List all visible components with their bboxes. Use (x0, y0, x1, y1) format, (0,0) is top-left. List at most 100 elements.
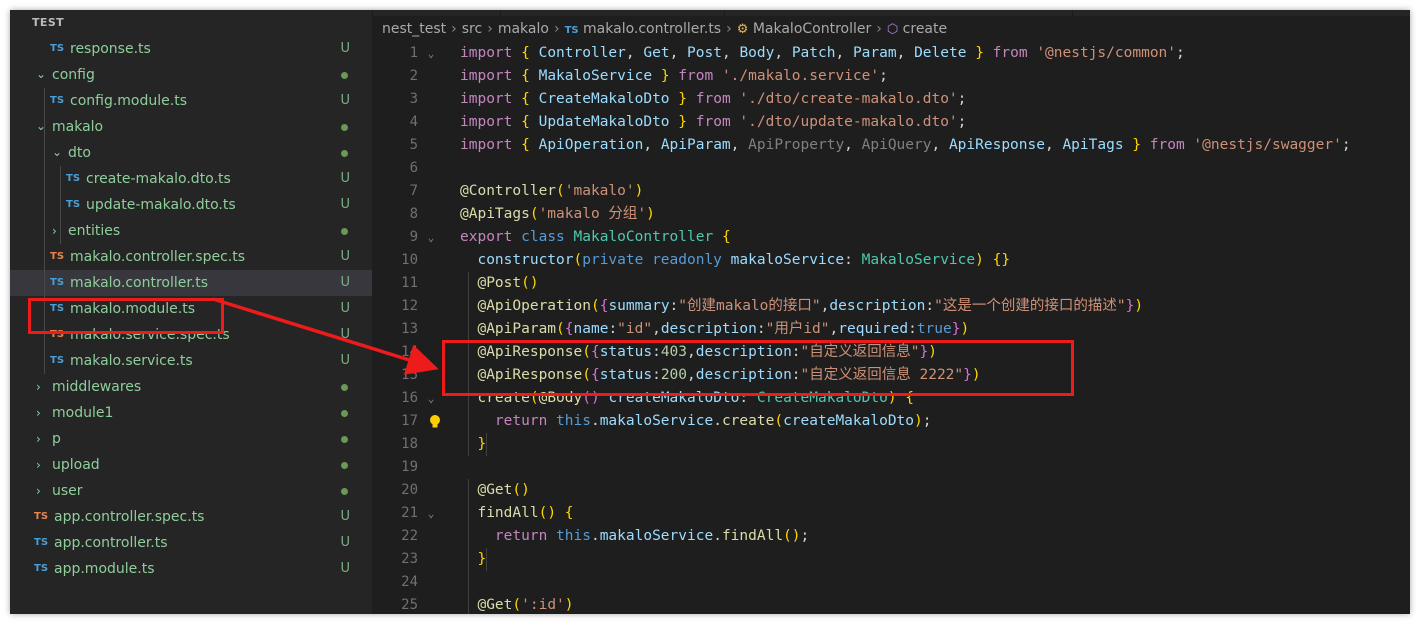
code-line-text: @ApiResponse({status:403,description:"自定… (477, 344, 937, 360)
line-number: 16 (401, 390, 418, 406)
line-number: 21 (401, 505, 418, 521)
tree-folder-row[interactable]: › entities (10, 218, 372, 244)
tree-file-row[interactable]: TS app.controller.ts U (10, 530, 372, 556)
git-status-badge: U (340, 561, 350, 576)
line-number: 24 (401, 574, 418, 590)
code-line[interactable]: 22 return this.makaloService.findAll(); (372, 525, 1410, 548)
lightbulb-quickfix-icon[interactable] (428, 414, 442, 429)
code-line[interactable]: 24 (372, 571, 1410, 594)
code-line[interactable]: 10 constructor(private readonly makaloSe… (372, 249, 1410, 272)
code-line[interactable]: 14 @ApiResponse({status:403,description:… (372, 341, 1410, 364)
tree-row-label: makalo.controller.spec.ts (70, 249, 245, 265)
code-line[interactable]: 15 @ApiResponse({status:200,description:… (372, 364, 1410, 387)
tree-folder-row[interactable]: ⌄ config (10, 62, 372, 88)
breadcrumb-segment[interactable]: src (462, 21, 482, 37)
explorer-sidebar: TEST TS filter.ts U TSresponse.tsU⌄confi… (10, 10, 372, 614)
tree-folder-row[interactable]: › upload (10, 452, 372, 478)
code-line[interactable]: 16 ⌄ create(@Body() createMakaloDto: Crea… (372, 387, 1410, 410)
code-line-text: import { UpdateMakaloDto } from './dto/u… (460, 114, 967, 130)
code-line[interactable]: 13 @ApiParam({name:"id",description:"用户i… (372, 318, 1410, 341)
code-line[interactable]: 3 import { CreateMakaloDto } from './dto/… (372, 88, 1410, 111)
code-line-text: import { CreateMakaloDto } from './dto/c… (460, 91, 967, 107)
tree-row-label: config (52, 67, 95, 83)
breadcrumb-segment[interactable]: makalo (498, 21, 549, 37)
code-line-text: @ApiTags('makalo 分组') (460, 206, 655, 222)
git-status-badge: U (340, 509, 350, 524)
breadcrumb[interactable]: nest_test › src › makalo › TS makalo.controlle… (372, 16, 1410, 42)
code-line[interactable]: 19 (372, 456, 1410, 479)
tree-folder-row[interactable]: › module1 (10, 400, 372, 426)
code-line[interactable]: 9 ⌄ export class MakaloController { (372, 226, 1410, 249)
tree-folder-row[interactable]: › user (10, 478, 372, 504)
breadcrumb-segment[interactable]: MakaloController (753, 21, 871, 37)
breadcrumb-segment[interactable]: create (903, 21, 947, 37)
tree-row-label: makalo (52, 119, 104, 135)
folder-modified-dot (341, 410, 348, 417)
code-line[interactable]: 12 @ApiOperation({summary:"创建makalo的接口",… (372, 295, 1410, 318)
code-line[interactable]: 7 @Controller('makalo') (372, 180, 1410, 203)
code-indent-guide (468, 272, 469, 456)
line-number: 14 (401, 344, 418, 360)
fold-chevron-icon[interactable]: ⌄ (424, 502, 438, 525)
code-line[interactable]: 21 ⌄ findAll() { (372, 502, 1410, 525)
fold-chevron-icon[interactable]: ⌄ (424, 387, 438, 410)
ts-file-icon: TS (50, 329, 65, 340)
tree-row-label: upload (52, 457, 100, 473)
tree-row-label: makalo.service.ts (70, 353, 193, 369)
code-line[interactable]: 5 import { ApiOperation, ApiParam, ApiPro… (372, 134, 1410, 157)
tree-folder-row[interactable]: ⌄ makalo (10, 114, 372, 140)
tree-file-row[interactable]: TS update-makalo.dto.ts U (10, 192, 372, 218)
ts-file-icon: TS (66, 199, 81, 210)
ts-file-icon: TS (66, 173, 81, 184)
code-line-text: return this.makaloService.create(createM… (494, 413, 932, 429)
ts-file-icon: TS (34, 563, 49, 574)
ts-file-icon: TS (50, 251, 65, 262)
ts-file-icon: TS (564, 25, 579, 36)
tree-file-row[interactable]: TS makalo.service.ts U (10, 348, 372, 374)
tree-folder-row[interactable]: › p (10, 426, 372, 452)
explorer-file-tree[interactable]: TS response.ts U ⌄ config TS config.module.ts U… (10, 36, 372, 614)
code-line[interactable]: 11 @Post() (372, 272, 1410, 295)
git-status-badge: U (340, 327, 350, 342)
fold-chevron-icon[interactable]: ⌄ (424, 226, 438, 249)
tree-file-row[interactable]: TS makalo.controller.ts U (10, 270, 372, 296)
tree-file-row[interactable]: TS app.module.ts U (10, 556, 372, 582)
tree-file-row[interactable]: TS response.ts U (10, 36, 372, 62)
code-line[interactable]: 8 @ApiTags('makalo 分组') (372, 203, 1410, 226)
tree-file-row[interactable]: TS makalo.service.spec.ts U (10, 322, 372, 348)
code-indent-guide (486, 433, 487, 456)
tree-row-label: update-makalo.dto.ts (86, 197, 236, 213)
code-line[interactable]: 1 ⌄ import { Controller, Get, Post, Body, … (372, 42, 1410, 65)
breadcrumb-segment[interactable]: makalo.controller.ts (583, 21, 721, 37)
code-line[interactable]: 6 (372, 157, 1410, 180)
tree-row-label: config.module.ts (70, 93, 187, 109)
line-number: 4 (409, 114, 418, 130)
folder-modified-dot (341, 462, 348, 469)
code-line[interactable]: 4 import { UpdateMakaloDto } from './dto/… (372, 111, 1410, 134)
line-number: 10 (401, 252, 418, 268)
vscode-window: TEST TS filter.ts U TSresponse.tsU⌄confi… (10, 10, 1410, 614)
line-number: 6 (409, 160, 418, 176)
tree-file-row[interactable]: TS create-makalo.dto.ts U (10, 166, 372, 192)
breadcrumb-segment[interactable]: nest_test (382, 21, 446, 37)
tree-file-row[interactable]: TS config.module.ts U (10, 88, 372, 114)
code-line[interactable]: 23 } (372, 548, 1410, 571)
code-line[interactable]: 18 } (372, 433, 1410, 456)
breadcrumb-separator: › (876, 21, 882, 37)
tree-file-row[interactable]: TS makalo.module.ts U (10, 296, 372, 322)
tree-file-row[interactable]: TS makalo.controller.spec.ts U (10, 244, 372, 270)
tree-row-label: makalo.controller.ts (70, 275, 209, 291)
breadcrumb-separator: › (487, 21, 493, 37)
code-line[interactable]: 25 @Get(':id') (372, 594, 1410, 614)
code-editor[interactable]: 1 ⌄ import { Controller, Get, Post, Body, … (372, 42, 1410, 614)
fold-chevron-icon[interactable]: ⌄ (424, 42, 438, 65)
tree-folder-row[interactable]: ⌄ dto (10, 140, 372, 166)
code-line-text: import { Controller, Get, Post, Body, Pa… (460, 45, 1185, 61)
git-status-badge: U (340, 171, 350, 186)
code-line[interactable]: 17 return this.makaloService.create(crea… (372, 410, 1410, 433)
code-line[interactable]: 2 import { MakaloService } from './makalo… (372, 65, 1410, 88)
tree-file-row[interactable]: TS app.controller.spec.ts U (10, 504, 372, 530)
folder-modified-dot (341, 72, 348, 79)
tree-folder-row[interactable]: › middlewares (10, 374, 372, 400)
code-line[interactable]: 20 @Get() (372, 479, 1410, 502)
